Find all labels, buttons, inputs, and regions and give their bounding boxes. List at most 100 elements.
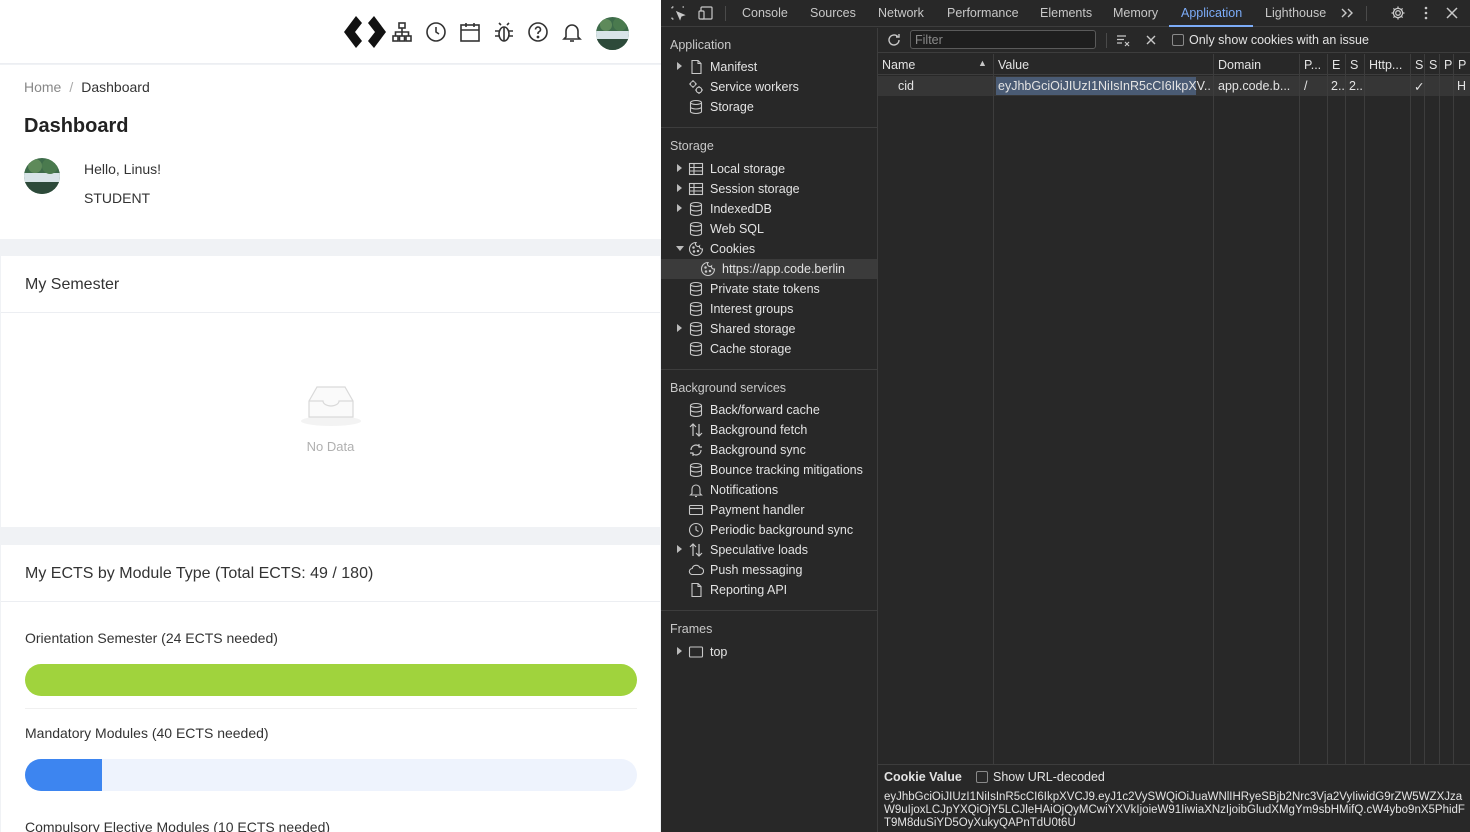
inspect-element-icon[interactable] bbox=[670, 5, 686, 21]
column-header-partition-key[interactable]: P bbox=[1440, 54, 1454, 75]
column-header-domain[interactable]: Domain bbox=[1214, 54, 1299, 75]
cookies-toolbar: Only show cookies with an issue bbox=[878, 28, 1470, 53]
cookies-table: Name ▲ Value Domain P... E S Http... S S … bbox=[878, 54, 1470, 764]
web-app: Home / Dashboard Dashboard Hello, Linus! S… bbox=[0, 0, 661, 832]
settings-gear-icon[interactable] bbox=[1390, 5, 1406, 21]
database-icon bbox=[688, 462, 704, 478]
cell-value[interactable]: eyJhbGciOiJIUzI1NiIsInR5cCI6IkpXV... bbox=[998, 79, 1210, 93]
sidebar-item-speculative-loads[interactable]: Speculative loads bbox=[661, 540, 877, 560]
bug-icon[interactable] bbox=[492, 20, 516, 44]
sidebar-item-shared-storage[interactable]: Shared storage bbox=[661, 319, 877, 339]
show-url-decoded-checkbox[interactable] bbox=[976, 771, 988, 783]
section-title-frames: Frames bbox=[670, 622, 713, 636]
cookies-view: Only show cookies with an issue Name▲ Va… bbox=[878, 28, 1470, 832]
clear-filtered-icon[interactable] bbox=[1115, 32, 1131, 48]
calendar-icon[interactable] bbox=[458, 20, 482, 44]
sidebar-item-manifest[interactable]: Manifest bbox=[661, 57, 877, 77]
database-icon bbox=[688, 201, 704, 217]
sidebar-item-service-workers[interactable]: Service workers bbox=[661, 77, 877, 97]
sidebar-item-cache-storage[interactable]: Cache storage bbox=[661, 339, 877, 359]
tab-network[interactable]: Network bbox=[878, 6, 924, 20]
column-header-value[interactable]: Value bbox=[994, 54, 1213, 75]
column-header-size[interactable]: S bbox=[1346, 54, 1365, 75]
only-issue-checkbox[interactable] bbox=[1172, 34, 1184, 46]
code-logo-icon[interactable] bbox=[344, 15, 386, 49]
tab-divider bbox=[1366, 6, 1367, 21]
help-icon[interactable] bbox=[526, 20, 550, 44]
top-navbar bbox=[0, 0, 661, 64]
cookie-value-title: Cookie Value bbox=[884, 770, 962, 784]
more-tabs-icon[interactable] bbox=[1339, 5, 1355, 21]
tab-console[interactable]: Console bbox=[742, 6, 788, 20]
page-title: Dashboard bbox=[24, 115, 129, 137]
module-label: Mandatory Modules (40 ECTS needed) bbox=[25, 725, 269, 741]
cell-path: / bbox=[1304, 79, 1308, 93]
column-header-priority[interactable]: P bbox=[1454, 54, 1470, 75]
user-avatar[interactable] bbox=[596, 17, 629, 50]
tab-performance[interactable]: Performance bbox=[947, 6, 1019, 20]
sidebar-item-cookies[interactable]: Cookies bbox=[661, 239, 877, 259]
sidebar-item-local-storage[interactable]: Local storage bbox=[661, 159, 877, 179]
sitemap-icon[interactable] bbox=[390, 20, 414, 44]
tab-memory[interactable]: Memory bbox=[1113, 6, 1158, 20]
sidebar-item-payment-handler[interactable]: Payment handler bbox=[661, 500, 877, 520]
cloud-icon bbox=[688, 562, 705, 578]
database-icon bbox=[688, 321, 704, 337]
module-label: Orientation Semester (24 ECTS needed) bbox=[25, 630, 278, 646]
sidebar-item-private-state-tokens[interactable]: Private state tokens bbox=[661, 279, 877, 299]
database-icon bbox=[688, 341, 704, 357]
sidebar-item-session-storage[interactable]: Session storage bbox=[661, 179, 877, 199]
sidebar-item-storage[interactable]: Storage bbox=[661, 97, 877, 117]
sidebar-item-notifications[interactable]: Notifications bbox=[661, 480, 877, 500]
column-header-httponly[interactable]: Http... bbox=[1365, 54, 1410, 75]
tab-sources[interactable]: Sources bbox=[810, 6, 856, 20]
sidebar-item-indexeddb[interactable]: IndexedDB bbox=[661, 199, 877, 219]
clock-icon[interactable] bbox=[424, 20, 448, 44]
up-down-arrows-icon bbox=[688, 542, 704, 558]
column-header-path[interactable]: P... bbox=[1300, 54, 1327, 75]
sidebar-item-background-sync[interactable]: Background sync bbox=[661, 440, 877, 460]
only-issue-label: Only show cookies with an issue bbox=[1189, 33, 1369, 47]
column-header-name[interactable]: Name ▲ bbox=[878, 54, 993, 75]
sidebar-item-periodic-sync[interactable]: Periodic background sync bbox=[661, 520, 877, 540]
refresh-icon[interactable] bbox=[886, 32, 902, 48]
column-divider bbox=[1453, 54, 1454, 764]
table-grid-icon bbox=[688, 181, 704, 197]
table-grid-icon bbox=[688, 161, 704, 177]
database-icon bbox=[688, 99, 704, 115]
column-header-expires[interactable]: E bbox=[1328, 54, 1346, 75]
sidebar-item-web-sql[interactable]: Web SQL bbox=[661, 219, 877, 239]
file-icon bbox=[688, 59, 704, 75]
breadcrumb-home-link[interactable]: Home bbox=[24, 79, 61, 95]
role-text: STUDENT bbox=[84, 190, 151, 206]
clear-all-icon[interactable] bbox=[1143, 32, 1159, 48]
sidebar-item-bounce-tracking[interactable]: Bounce tracking mitigations bbox=[661, 460, 877, 480]
sidebar-item-reporting-api[interactable]: Reporting API bbox=[661, 580, 877, 600]
show-url-decoded-label: Show URL-decoded bbox=[993, 770, 1105, 784]
clock-icon bbox=[688, 522, 704, 538]
sidebar-item-interest-groups[interactable]: Interest groups bbox=[661, 299, 877, 319]
tab-lighthouse[interactable]: Lighthouse bbox=[1265, 6, 1326, 20]
sidebar-item-push-messaging[interactable]: Push messaging bbox=[661, 560, 877, 580]
tab-application[interactable]: Application bbox=[1181, 6, 1242, 20]
table-row[interactable]: cid eyJhbGciOiJIUzI1NiIsInR5cCI6IkpXV...… bbox=[878, 76, 1470, 96]
empty-inbox-icon bbox=[300, 386, 361, 426]
filter-input[interactable] bbox=[910, 30, 1096, 49]
column-divider bbox=[1439, 54, 1440, 764]
kebab-menu-icon[interactable] bbox=[1418, 5, 1434, 21]
credit-card-icon bbox=[688, 502, 704, 518]
cell-expires: 2.. bbox=[1331, 79, 1345, 93]
sidebar-item-cookie-origin[interactable]: https://app.code.berlin bbox=[661, 259, 877, 279]
column-header-secure[interactable]: S bbox=[1411, 54, 1425, 75]
close-devtools-icon[interactable] bbox=[1444, 5, 1460, 21]
cell-name: cid bbox=[898, 79, 914, 93]
bell-icon[interactable] bbox=[560, 20, 584, 44]
device-toolbar-icon[interactable] bbox=[698, 5, 714, 21]
cookie-value-text[interactable]: eyJhbGciOiJIUzI1NiIsInR5cCI6IkpXVCJ9.eyJ… bbox=[884, 791, 1468, 830]
tab-elements[interactable]: Elements bbox=[1040, 6, 1092, 20]
column-header-samesite[interactable]: S bbox=[1425, 54, 1439, 75]
sidebar-item-bfcache[interactable]: Back/forward cache bbox=[661, 400, 877, 420]
sidebar-item-background-fetch[interactable]: Background fetch bbox=[661, 420, 877, 440]
sidebar-item-frame-top[interactable]: top bbox=[661, 642, 877, 662]
database-icon bbox=[688, 301, 704, 317]
